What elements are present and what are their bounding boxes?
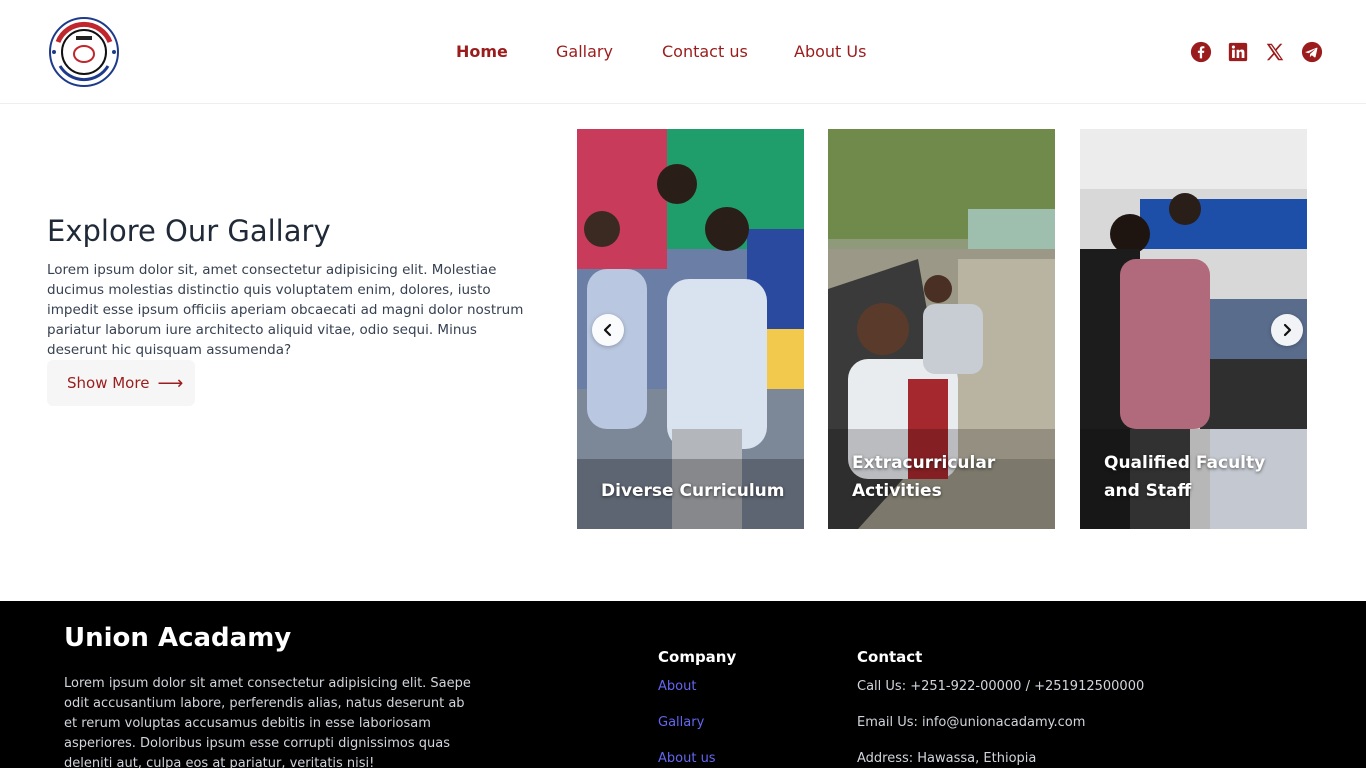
main-nav: Home Gallary Contact us About Us <box>0 0 1366 104</box>
contact-email: Email Us: info@unionacadamy.com <box>857 715 1086 730</box>
nav-gallary[interactable]: Gallary <box>556 42 613 62</box>
telegram-icon[interactable] <box>1301 41 1323 63</box>
x-icon[interactable] <box>1264 41 1286 63</box>
show-more-label: Show More <box>67 374 150 392</box>
linkedin-icon[interactable] <box>1227 41 1249 63</box>
gallery-card[interactable]: Extracurricular Activities <box>828 129 1055 529</box>
site-footer: Union Acadamy Lorem ipsum dolor sit amet… <box>0 601 1366 768</box>
card-caption: Qualified Faculty and Staff <box>1104 453 1266 501</box>
contact-phone: Call Us: +251-922-00000 / +251912500000 <box>857 679 1145 694</box>
card-caption: Diverse Curriculum <box>601 481 785 501</box>
company-heading: Company <box>658 648 737 666</box>
footer-link-gallary[interactable]: Gallary <box>658 715 704 730</box>
show-more-button[interactable]: Show More ⟶ <box>47 360 195 406</box>
chevron-right-icon <box>1283 323 1292 337</box>
nav-about-us[interactable]: About Us <box>794 42 866 62</box>
footer-title: Union Acadamy <box>64 623 292 653</box>
chevron-left-icon <box>603 323 612 337</box>
nav-contact-us[interactable]: Contact us <box>662 42 748 62</box>
footer-link-about[interactable]: About <box>658 679 696 694</box>
carousel-next-button[interactable] <box>1271 314 1303 346</box>
carousel-prev-button[interactable] <box>592 314 624 346</box>
arrow-right-icon: ⟶ <box>157 372 184 394</box>
card-caption: Extracurricular Activities <box>852 453 996 501</box>
footer-link-about-us[interactable]: About us <box>658 751 716 766</box>
footer-description: Lorem ipsum dolor sit amet consectetur a… <box>64 676 471 768</box>
gallery-description: Lorem ipsum dolor sit, amet consectetur … <box>47 262 524 358</box>
facebook-icon[interactable] <box>1190 41 1212 63</box>
contact-heading: Contact <box>857 648 923 666</box>
nav-home[interactable]: Home <box>456 42 508 62</box>
site-header: Home Gallary Contact us About Us <box>0 0 1366 104</box>
contact-address: Address: Hawassa, Ethiopia <box>857 751 1037 766</box>
gallery-heading: Explore Our Gallary <box>47 214 331 248</box>
